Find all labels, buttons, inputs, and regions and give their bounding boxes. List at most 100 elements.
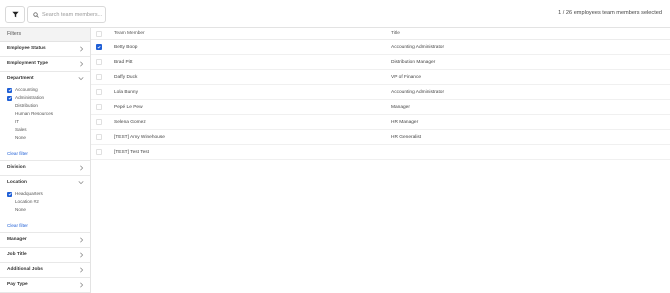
table-header: Team Member Title [91,28,670,40]
filter-option-administration[interactable]: Administration [0,94,90,102]
filter-section-header[interactable]: Pay Type [0,278,90,292]
filter-section-employee-status: Employee Status [0,42,90,57]
team-member-title: Distribution Manager [391,59,436,65]
chevron-right-icon [79,252,84,258]
filter-checkbox[interactable] [7,208,12,213]
chevron-right-icon [79,165,84,171]
filter-option-label: Distribution [15,103,38,108]
filter-option-none[interactable]: None [0,134,90,142]
filter-section-additional-jobs: Additional Jobs [0,263,90,278]
table-row[interactable]: Brad Pitt Distribution Manager [91,55,670,70]
filter-section-job-title: Job Title [0,248,90,263]
filter-option-label: Headquarters [15,191,43,196]
filter-section-header[interactable]: Employee Status [0,42,90,56]
row-checkbox[interactable] [96,134,102,140]
filter-section-label: Department [7,76,34,81]
filter-section-label: Pay Type [7,282,28,287]
team-member-name: [TEST] Test Test [114,149,150,155]
filter-section-label: Job Title [7,252,27,257]
filter-checkbox[interactable] [7,128,12,133]
filter-section-pay-type: Pay Type [0,278,90,293]
filter-option-it[interactable]: IT [0,118,90,126]
table-row[interactable]: Daffy Duck VP of Finance [91,70,670,85]
team-member-title: HR Generalist [391,134,422,140]
filter-option-label: Location #2 [15,199,39,204]
filter-section-label: Manager [7,237,27,242]
filter-option-label: IT [15,119,20,124]
column-header-title[interactable]: Title [391,31,400,36]
table-row[interactable]: Betty Boop Accounting Administrator [91,40,670,55]
filter-checkbox[interactable] [7,136,12,141]
filter-section-header[interactable]: Location [0,176,90,190]
filter-checkbox[interactable] [7,87,12,93]
chevron-right-icon [79,46,84,52]
row-checkbox[interactable] [96,89,102,95]
filter-checkbox[interactable] [7,120,12,125]
team-member-name: Daffy Duck [114,74,138,80]
team-member-name: Betty Boop [114,44,138,50]
chevron-right-icon [79,267,84,273]
filter-option-label: Accounting [15,87,38,92]
filter-section-header[interactable]: Division [0,161,90,175]
chevron-right-icon [79,237,84,243]
row-checkbox[interactable] [96,44,102,50]
filter-section-header[interactable]: Department [0,72,90,86]
selection-count: 1 / 26 employees team members selected [558,10,662,16]
filter-section-header[interactable]: Additional Jobs [0,263,90,277]
clear-filter-link[interactable]: Clear filter [0,148,90,160]
row-checkbox[interactable] [96,74,102,80]
row-checkbox[interactable] [96,104,102,110]
clear-filter-link[interactable]: Clear filter [0,220,90,232]
filter-option-sales[interactable]: Sales [0,126,90,134]
search-icon [33,11,39,18]
table-row[interactable]: [TEST] Test Test [91,145,670,160]
filter-option-label: Human Resources [15,111,54,116]
row-checkbox[interactable] [96,59,102,65]
filter-section-label: Location [7,180,27,185]
filter-checkbox[interactable] [7,104,12,109]
filter-section-label: Employment Type [7,61,48,66]
funnel-icon [11,11,19,18]
filter-option-none[interactable]: None [0,206,90,214]
search-input[interactable] [42,11,104,18]
filter-option-label: None [15,207,26,212]
filter-section-label: Division [7,165,26,170]
filter-section-header[interactable]: Employment Type [0,57,90,71]
filter-checkbox[interactable] [7,95,12,101]
filter-checkbox[interactable] [7,200,12,205]
chevron-right-icon [79,61,84,67]
filter-option-label: Sales [15,127,27,132]
chevron-right-icon [79,282,84,288]
chevron-down-icon [78,76,84,81]
filter-option-location-2[interactable]: Location #2 [0,198,90,206]
team-members-table: Team Member Title Betty Boop Accounting A… [91,28,670,160]
filter-section-division: Division [0,161,90,176]
search-box[interactable] [27,6,106,23]
filter-section-header[interactable]: Job Title [0,248,90,262]
filter-option-distribution[interactable]: Distribution [0,102,90,110]
filter-section-label: Employee Status [7,46,46,51]
filter-option-human-resources[interactable]: Human Resources [0,110,90,118]
team-member-title: Manager [391,104,410,110]
filter-checkbox[interactable] [7,191,12,197]
row-checkbox[interactable] [96,119,102,125]
filter-section-label: Additional Jobs [7,267,43,272]
filters-sidebar: Filters Employee Status Employment Type De… [0,28,91,293]
filter-checkbox[interactable] [7,112,12,117]
team-member-name: Pepé Le Pew [114,104,143,110]
table-row[interactable]: Pepé Le Pew Manager [91,100,670,115]
filter-option-headquarters[interactable]: Headquarters [0,190,90,198]
filter-toggle-button[interactable] [5,6,25,23]
table-row[interactable]: Selena Gomez HR Manager [91,115,670,130]
filter-section-manager: Manager [0,233,90,248]
filter-option-label: None [15,135,26,140]
team-member-name: Brad Pitt [114,59,133,65]
table-row[interactable]: Lola Bunny Accounting Administrator [91,85,670,100]
filter-option-accounting[interactable]: Accounting [0,86,90,94]
row-checkbox[interactable] [96,149,102,155]
filter-section-department: Department Accounting Administration Distri… [0,72,90,161]
select-all-checkbox[interactable] [96,30,102,37]
column-header-team-member[interactable]: Team Member [114,31,145,36]
table-row[interactable]: [TEST] Amy Winehouse HR Generalist [91,130,670,145]
filter-section-header[interactable]: Manager [0,233,90,247]
